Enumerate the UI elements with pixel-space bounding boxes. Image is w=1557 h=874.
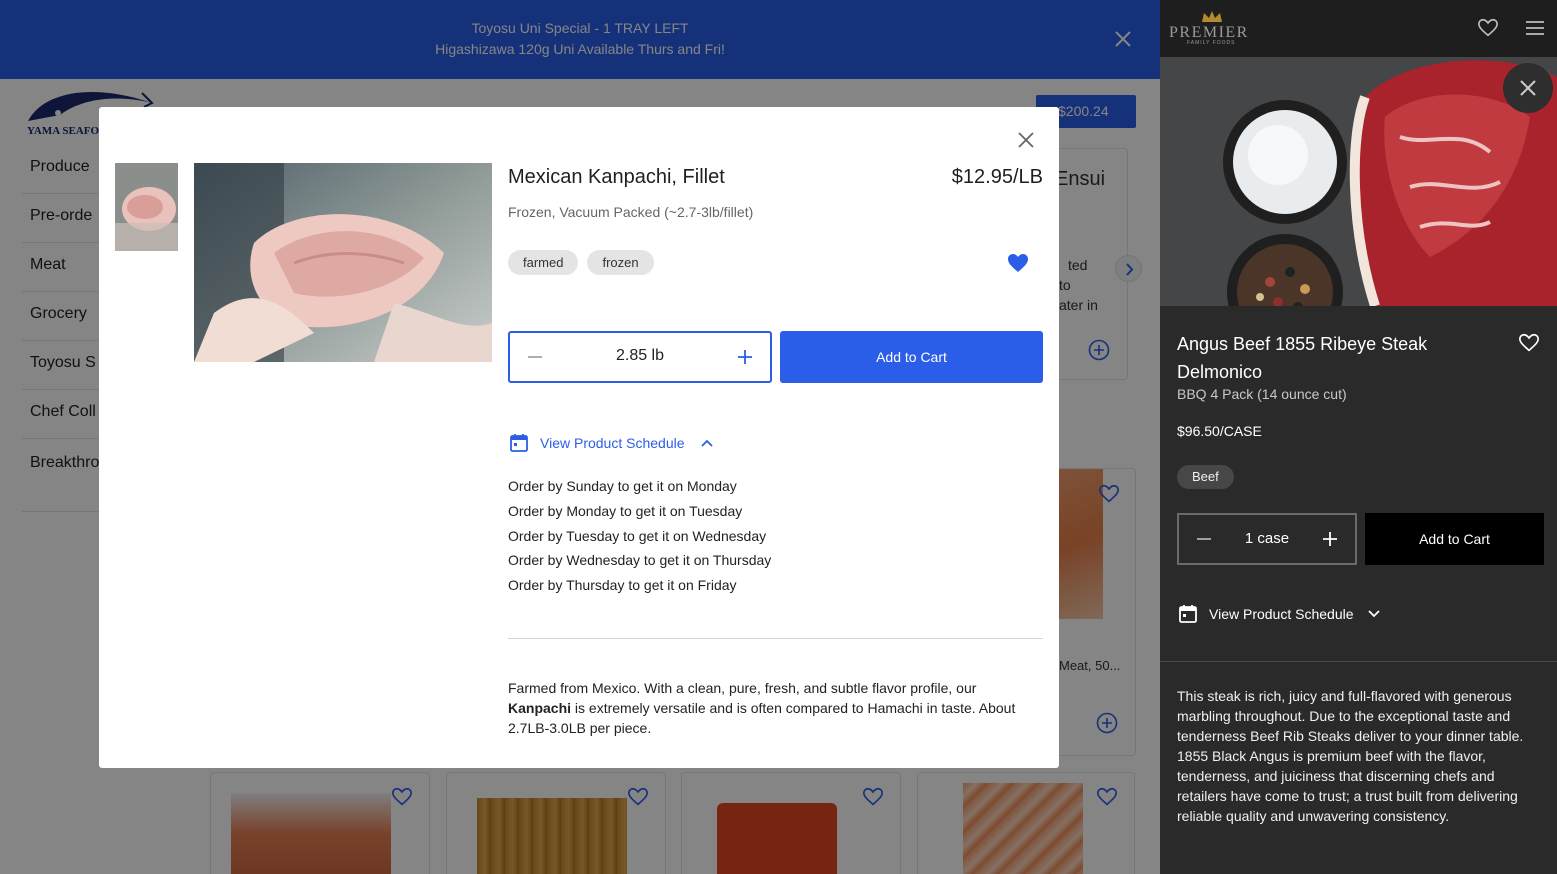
schedule-list: Order by Sunday to get it on Monday Orde… <box>508 474 771 598</box>
crown-icon <box>1202 11 1222 22</box>
panel-product-subtitle: BBQ 4 Pack (14 ounce cut) <box>1177 386 1347 402</box>
panel-product-description: This steak is rich, juicy and full-flavo… <box>1177 688 1524 824</box>
close-icon <box>1520 80 1536 96</box>
quantity-increase-button[interactable] <box>734 346 756 368</box>
fish-fillet-image <box>115 163 178 251</box>
panel-favorite-button[interactable] <box>1518 332 1540 354</box>
close-icon <box>1018 132 1034 148</box>
chevron-up-icon <box>700 439 713 447</box>
calendar-icon <box>510 434 528 452</box>
panel-product-tag: Beef <box>1177 465 1234 489</box>
product-tag: farmed <box>508 250 579 275</box>
panel-view-schedule-label: View Product Schedule <box>1209 606 1354 622</box>
favorite-button[interactable] <box>1006 251 1030 275</box>
panel-quantity-decrease-button[interactable] <box>1193 528 1215 550</box>
chevron-down-icon <box>1367 610 1380 618</box>
product-tags: farmed frozen <box>508 250 654 275</box>
product-main-image <box>194 163 492 362</box>
schedule-item: Order by Sunday to get it on Monday <box>508 478 737 494</box>
heart-icon <box>1478 18 1498 37</box>
add-to-cart-button[interactable]: Add to Cart <box>780 331 1043 383</box>
panel-view-schedule-toggle[interactable]: View Product Schedule <box>1177 602 1382 626</box>
product-price: $12.95/LB <box>951 166 1043 188</box>
divider <box>508 638 1043 639</box>
favorites-button[interactable] <box>1477 17 1499 39</box>
panel-header: PREMIER FAMILY FOODS <box>1160 0 1557 57</box>
schedule-item: Order by Tuesday to get it on Wednesday <box>508 527 767 544</box>
schedule-item: Order by Wednesday to get it on Thursday <box>508 552 772 569</box>
product-description: Farmed from Mexico. With a clean, pure, … <box>508 678 1043 738</box>
product-subtitle: Frozen, Vacuum Packed (~2.7-3lb/fillet) <box>508 204 754 220</box>
quantity-decrease-button[interactable] <box>524 346 546 368</box>
panel-quantity-increase-button[interactable] <box>1319 528 1341 550</box>
description-text: is extremely versatile and is often comp… <box>508 700 1016 736</box>
panel-product-image <box>1160 57 1557 306</box>
menu-icon <box>1526 21 1544 35</box>
divider <box>1160 661 1557 662</box>
product-title: Mexican Kanpachi, Fillet <box>508 166 725 188</box>
panel-quantity-value[interactable]: 1 case <box>1224 530 1310 547</box>
quantity-value[interactable]: 2.85 lb <box>560 347 720 365</box>
panel-product-title: Angus Beef 1855 Ribeye Steak Delmonico <box>1177 334 1428 382</box>
schedule-item: Order by Monday to get it on Tuesday <box>508 502 743 519</box>
description-bold: Kanpachi <box>508 700 572 716</box>
minus-icon <box>528 356 542 358</box>
view-schedule-label: View Product Schedule <box>540 435 685 451</box>
product-thumbnail[interactable] <box>115 163 178 251</box>
view-schedule-toggle[interactable]: View Product Schedule <box>508 431 715 455</box>
minus-icon <box>1197 538 1211 540</box>
heart-icon <box>1008 254 1028 272</box>
schedule-item: Order by Thursday to get it on Friday <box>508 577 737 594</box>
premier-logo-sub: FAMILY FOODS <box>1187 40 1236 46</box>
premier-logo[interactable]: PREMIER FAMILY FOODS <box>1169 10 1251 46</box>
plus-icon <box>1323 532 1337 546</box>
heart-icon <box>1519 333 1539 352</box>
panel-quantity-stepper: 1 case <box>1177 513 1357 565</box>
quantity-stepper: 2.85 lb <box>508 331 772 383</box>
plus-icon <box>738 350 752 364</box>
panel-product-price: $96.50/CASE <box>1177 423 1262 439</box>
description-text: Farmed from Mexico. With a clean, pure, … <box>508 680 977 696</box>
panel-add-to-cart-button[interactable]: Add to Cart <box>1365 513 1544 565</box>
fish-fillet-image <box>194 163 492 362</box>
product-tag: frozen <box>587 250 654 275</box>
calendar-icon <box>1179 605 1197 623</box>
ribeye-steak-image <box>1160 57 1557 306</box>
menu-button[interactable] <box>1524 17 1546 39</box>
product-modal: Mexican Kanpachi, Fillet $12.95/LB Froze… <box>99 107 1059 768</box>
panel-close-button[interactable] <box>1503 63 1553 113</box>
side-product-panel: PREMIER FAMILY FOODS Angus Beef 1855 Rib… <box>1160 0 1557 874</box>
modal-close-button[interactable] <box>1013 127 1039 153</box>
